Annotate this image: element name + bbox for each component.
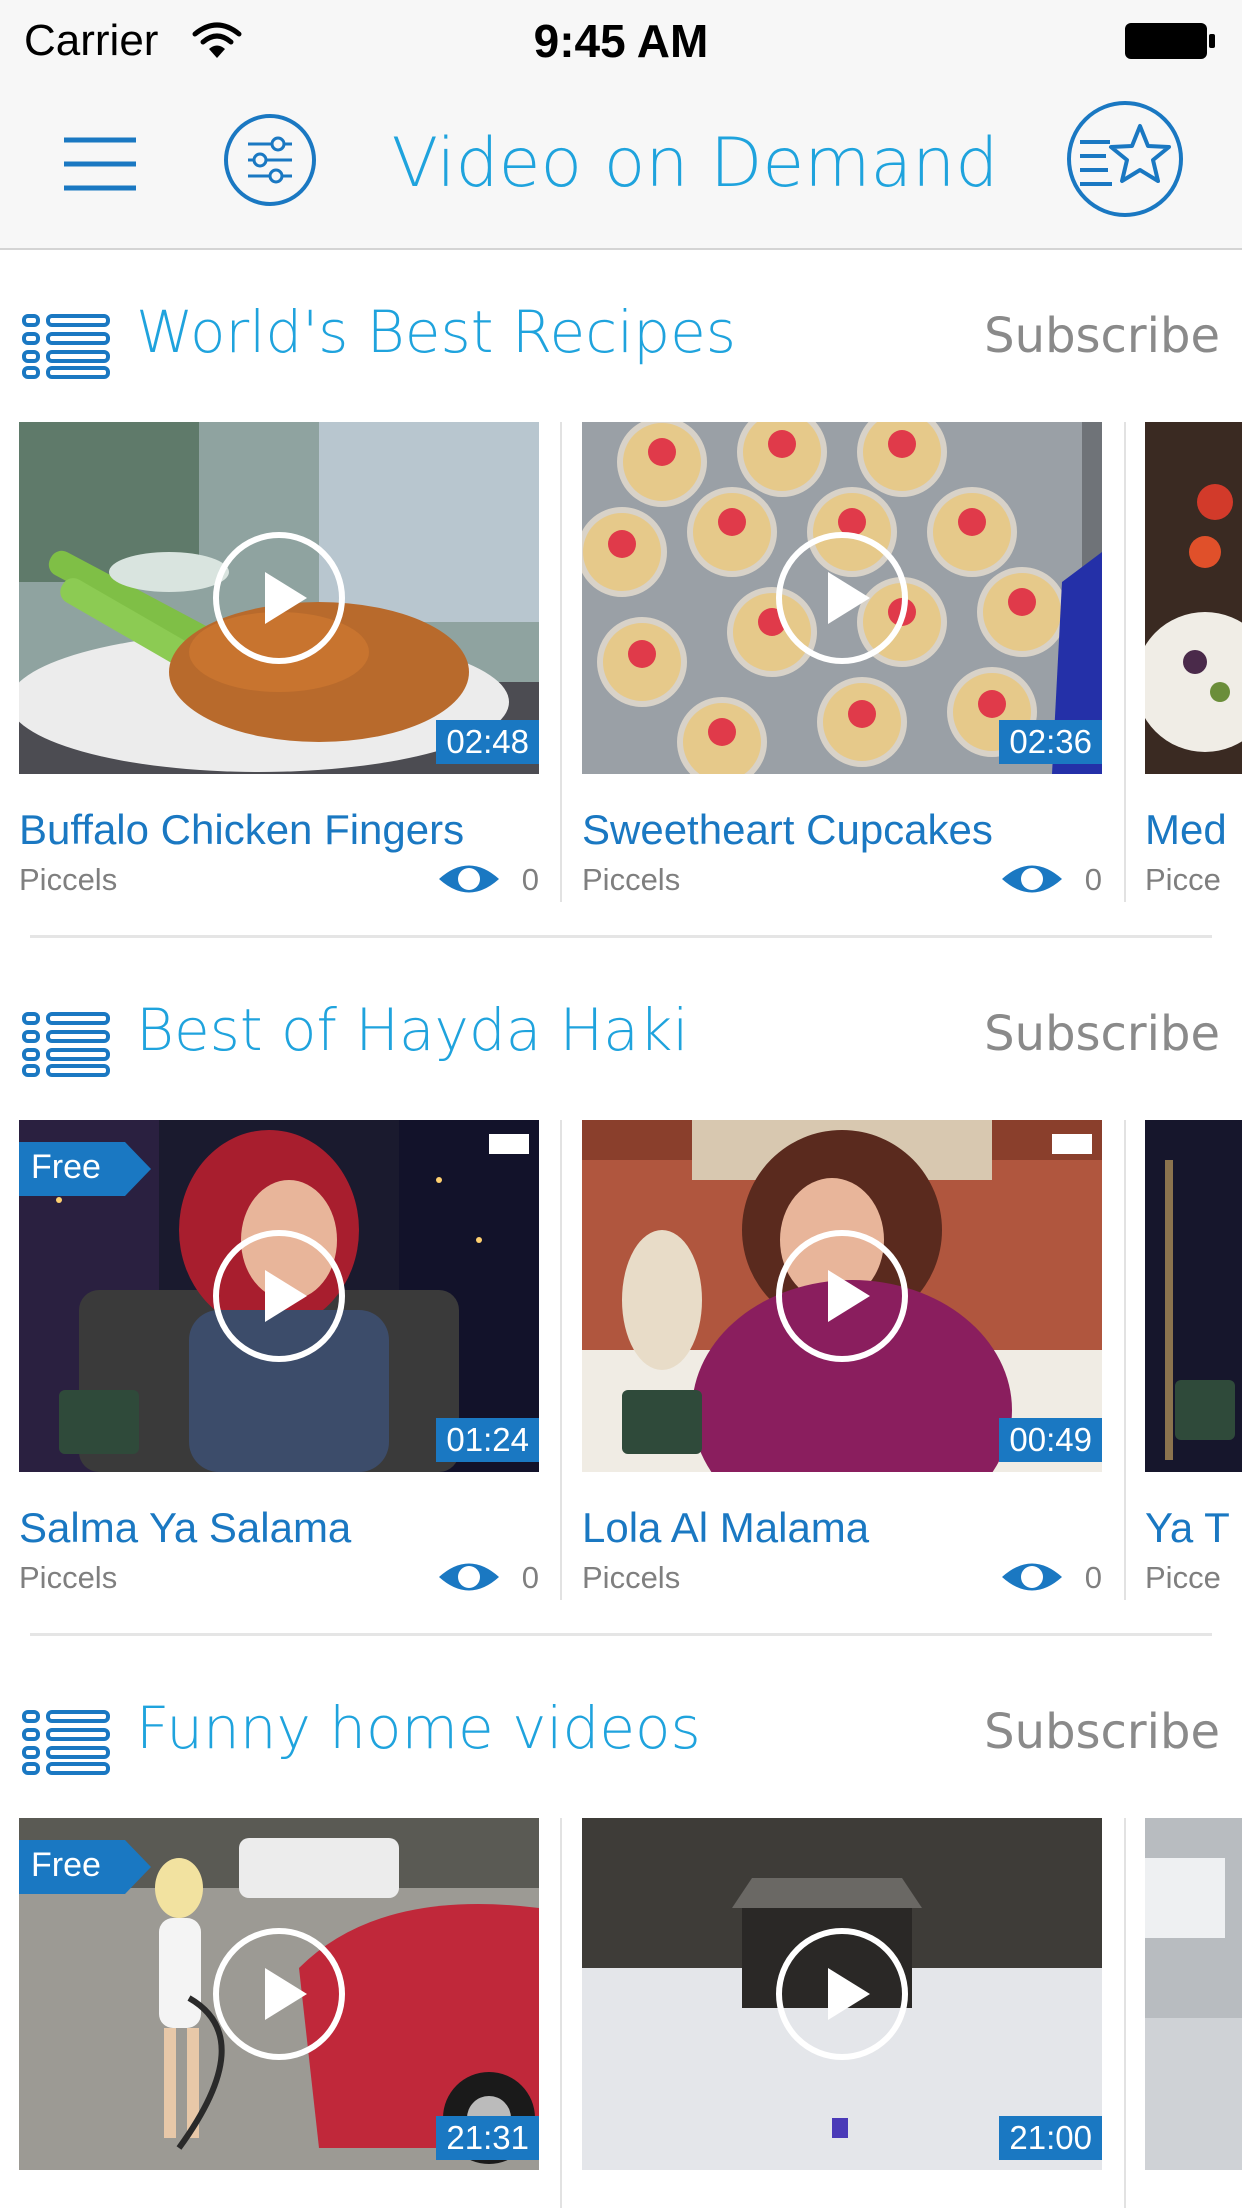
view-count: 0 <box>1084 862 1102 897</box>
video-thumbnail[interactable]: 21:00 <box>582 1818 1102 2170</box>
video-title[interactable]: Sweetheart Cupcakes <box>582 806 993 854</box>
card-divider <box>1124 1120 1126 1600</box>
section-header: World's Best Recipes Subscribe <box>0 252 1242 422</box>
video-title[interactable]: Ya T <box>1145 1504 1230 1552</box>
section-best-of-hayda-haki: Best of Hayda Haki Subscribe Free 01:24 … <box>0 950 1242 1648</box>
eye-icon <box>1002 865 1062 893</box>
video-title[interactable]: Med <box>1145 806 1227 854</box>
video-card[interactable]: 02:48 Buffalo Chicken Fingers Piccels 0 <box>19 422 539 902</box>
duration-badge: 00:49 <box>999 1418 1102 1462</box>
thumbnail-image <box>1145 422 1242 774</box>
play-icon[interactable] <box>774 1926 910 2062</box>
page-title: Video on Demand <box>391 124 999 203</box>
video-thumbnail[interactable]: 00:49 <box>582 1120 1102 1472</box>
sliders-icon[interactable] <box>222 112 318 208</box>
video-row: Free 21:31 21:00 <box>0 1818 1242 2208</box>
video-card[interactable]: 21:00 <box>582 1818 1102 2208</box>
hamburger-icon[interactable] <box>60 124 140 204</box>
free-badge: Free <box>19 1840 151 1894</box>
play-icon[interactable] <box>211 1926 347 2062</box>
duration-badge: 21:31 <box>436 2116 539 2160</box>
clock: 9:45 AM <box>533 15 709 67</box>
view-count: 0 <box>521 862 539 897</box>
view-count: 0 <box>521 1560 539 1595</box>
section-title: World's Best Recipes <box>136 298 736 366</box>
list-icon <box>22 1710 110 1775</box>
video-author: Piccels <box>19 1560 118 1595</box>
section-title: Funny home videos <box>136 1694 701 1762</box>
thumbnail-image <box>1145 1818 1242 2170</box>
video-thumbnail[interactable]: 02:48 <box>19 422 539 774</box>
eye-icon <box>439 1563 499 1591</box>
play-icon[interactable] <box>211 530 347 666</box>
duration-badge: 02:48 <box>436 720 539 764</box>
section-header: Best of Hayda Haki Subscribe <box>0 950 1242 1120</box>
video-thumbnail[interactable] <box>1145 1818 1242 2170</box>
video-row: 02:48 Buffalo Chicken Fingers Piccels 0 <box>0 422 1242 912</box>
video-card[interactable]: Med Picce <box>1145 422 1242 902</box>
section-divider <box>30 935 1212 938</box>
eye-icon <box>1002 1563 1062 1591</box>
nav-bar: Video on Demand <box>0 84 1242 250</box>
video-row: Free 01:24 Salma Ya Salama Piccels 0 00:… <box>0 1120 1242 1610</box>
duration-badge: 02:36 <box>999 720 1102 764</box>
subscribe-button[interactable]: Subscribe <box>984 308 1220 364</box>
video-author: Picce <box>1145 862 1221 897</box>
section-title: Best of Hayda Haki <box>136 996 689 1064</box>
video-card[interactable]: 00:49 Lola Al Malama Piccels 0 <box>582 1120 1102 1600</box>
card-divider <box>560 1120 562 1600</box>
thumbnail-image <box>1145 1120 1242 1472</box>
card-divider <box>560 422 562 902</box>
play-icon[interactable] <box>774 530 910 666</box>
card-divider <box>560 1818 562 2208</box>
view-count: 0 <box>1084 1560 1102 1595</box>
list-icon <box>22 1012 110 1077</box>
list-icon <box>22 314 110 379</box>
free-label: Free <box>31 1846 101 1884</box>
duration-badge: 21:00 <box>999 2116 1102 2160</box>
video-thumbnail[interactable]: Free 01:24 <box>19 1120 539 1472</box>
card-divider <box>1124 422 1126 902</box>
play-icon[interactable] <box>774 1228 910 1364</box>
video-thumbnail[interactable] <box>1145 1120 1242 1472</box>
video-card[interactable]: Free 01:24 Salma Ya Salama Piccels 0 <box>19 1120 539 1600</box>
video-thumbnail[interactable] <box>1145 422 1242 774</box>
video-title[interactable]: Lola Al Malama <box>582 1504 869 1552</box>
video-title[interactable]: Salma Ya Salama <box>19 1504 351 1552</box>
video-author: Piccels <box>19 862 118 897</box>
section-funny-home-videos: Funny home videos Subscribe Free 21:31 2… <box>0 1648 1242 2208</box>
video-author: Picce <box>1145 1560 1221 1595</box>
card-divider <box>1124 1818 1126 2208</box>
section-worlds-best-recipes: World's Best Recipes Subscribe 02:48 Buf… <box>0 252 1242 950</box>
video-title[interactable]: Buffalo Chicken Fingers <box>19 806 464 854</box>
status-bar: Carrier 9:45 AM <box>0 0 1242 84</box>
video-author: Piccels <box>582 1560 681 1595</box>
video-thumbnail[interactable]: 02:36 <box>582 422 1102 774</box>
video-card[interactable] <box>1145 1818 1242 2208</box>
play-icon[interactable] <box>211 1228 347 1364</box>
section-header: Funny home videos Subscribe <box>0 1648 1242 1818</box>
subscribe-button[interactable]: Subscribe <box>984 1006 1220 1062</box>
video-thumbnail[interactable]: Free 21:31 <box>19 1818 539 2170</box>
section-divider <box>30 1633 1212 1636</box>
free-badge: Free <box>19 1142 151 1196</box>
video-card[interactable]: 02:36 Sweetheart Cupcakes Piccels 0 <box>582 422 1102 902</box>
subscribe-button[interactable]: Subscribe <box>984 1704 1220 1760</box>
video-card[interactable]: Ya T Picce <box>1145 1120 1242 1600</box>
free-label: Free <box>31 1148 101 1186</box>
video-card[interactable]: Free 21:31 <box>19 1818 539 2208</box>
eye-icon <box>439 865 499 893</box>
starred-list-icon[interactable] <box>1066 100 1184 218</box>
battery-icon <box>1125 23 1215 59</box>
duration-badge: 01:24 <box>436 1418 539 1462</box>
video-author: Piccels <box>582 862 681 897</box>
